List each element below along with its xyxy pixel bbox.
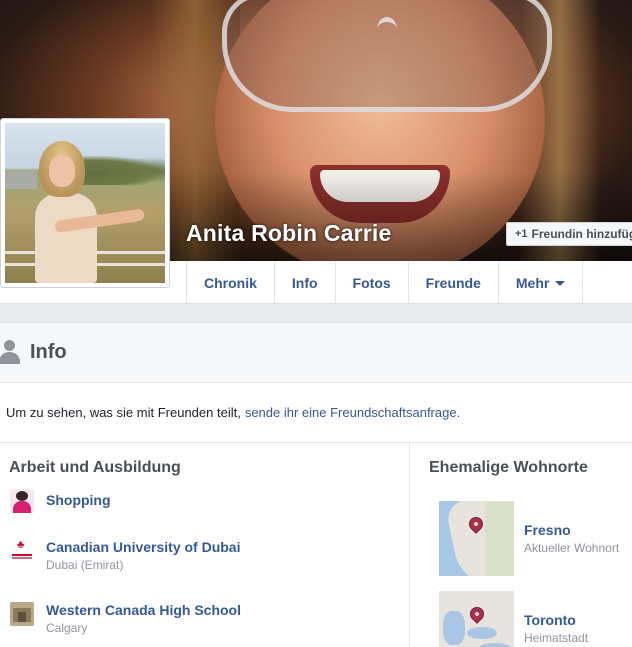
work-item-western-canada-high-school[interactable]: Western Canada High School Calgary <box>10 602 241 635</box>
tab-label: Mehr <box>515 274 550 291</box>
map-lake <box>443 611 465 645</box>
work-name[interactable]: Canadian University of Dubai <box>46 539 240 555</box>
tab-label: Chronik <box>204 274 257 291</box>
place-name[interactable]: Fresno <box>524 522 619 538</box>
chevron-down-icon <box>555 281 566 286</box>
profile-picture-image <box>5 123 165 283</box>
tab-fotos[interactable]: Fotos <box>336 261 409 304</box>
places-lived-title: Ehemalige Wohnorte <box>429 459 588 476</box>
place-text: Toronto Heimatstadt <box>524 612 588 645</box>
work-name[interactable]: Shopping <box>46 492 111 508</box>
work-item-shopping[interactable]: Shopping <box>10 489 111 513</box>
profile-tabs: Chronik Info Fotos Freunde Mehr <box>186 261 584 304</box>
send-friend-request-link[interactable]: sende ihr eine Freundschaftsanfrage. <box>245 405 460 420</box>
cover-sunglasses <box>222 0 552 112</box>
places-lived-column: Ehemalige Wohnorte Fresno Aktueller Wohn… <box>411 443 632 647</box>
work-item-canadian-university-of-dubai[interactable]: Canadian University of Dubai Dubai (Emir… <box>10 539 240 572</box>
place-type: Heimatstadt <box>524 631 589 645</box>
map-thumbnail[interactable] <box>439 501 514 576</box>
pic-person <box>31 141 103 283</box>
tab-label: Info <box>291 274 318 291</box>
school-thumbnail <box>10 602 34 626</box>
info-header: Info <box>0 323 632 383</box>
work-education-column: Arbeit und Ausbildung Shopping Canadian … <box>0 443 410 647</box>
place-type: Aktueller Wohnort <box>524 541 620 555</box>
place-text: Fresno Aktueller Wohnort <box>524 522 619 555</box>
pic-body <box>35 193 97 283</box>
work-location: Dubai (Emirat) <box>46 558 124 572</box>
add-friend-label: Freundin hinzufügen <box>531 227 632 241</box>
info-columns: Arbeit und Ausbildung Shopping Canadian … <box>0 443 632 647</box>
place-name[interactable]: Toronto <box>524 612 588 628</box>
work-text: Shopping <box>46 489 111 508</box>
shopping-thumbnail <box>10 489 34 513</box>
tab-label: Fotos <box>352 274 391 291</box>
pic-face <box>49 155 75 187</box>
friend-request-note: Um zu sehen, was sie mit Freunden teilt,… <box>0 383 632 443</box>
map-land <box>485 501 514 576</box>
tab-freunde[interactable]: Freunde <box>409 261 499 304</box>
profile-name[interactable]: Anita Robin Carrie <box>186 220 392 247</box>
add-friend-icon: +1 <box>515 228 528 240</box>
add-friend-button[interactable]: +1 Freundin hinzufügen <box>506 222 632 246</box>
map-thumbnail[interactable] <box>439 591 514 647</box>
info-section: Info Um zu sehen, was sie mit Freunden t… <box>0 322 632 647</box>
place-item-fresno[interactable]: Fresno Aktueller Wohnort <box>439 501 619 576</box>
work-location: Calgary <box>46 621 88 635</box>
work-name[interactable]: Western Canada High School <box>46 602 241 618</box>
person-icon <box>0 338 22 368</box>
work-education-title: Arbeit und Ausbildung <box>9 459 181 476</box>
tab-info[interactable]: Info <box>275 261 336 304</box>
tab-chronik[interactable]: Chronik <box>187 261 275 304</box>
info-title: Info <box>30 341 67 363</box>
tab-mehr[interactable]: Mehr <box>499 261 584 304</box>
friend-note-text: Um zu sehen, was sie mit Freunden teilt, <box>6 405 241 420</box>
map-lake <box>479 643 511 647</box>
work-text: Canadian University of Dubai Dubai (Emir… <box>46 539 240 572</box>
university-logo-icon <box>10 539 34 563</box>
profile-picture[interactable] <box>0 118 170 288</box>
tab-label: Freunde <box>425 274 481 291</box>
work-text: Western Canada High School Calgary <box>46 602 241 635</box>
place-item-toronto[interactable]: Toronto Heimatstadt <box>439 591 588 647</box>
map-lake <box>467 627 497 639</box>
